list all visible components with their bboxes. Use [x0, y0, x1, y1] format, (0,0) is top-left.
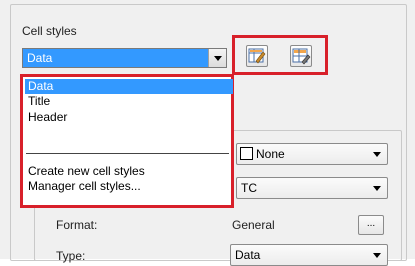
- group-title: Cell styles: [22, 24, 77, 38]
- fill-color-value: None: [256, 147, 285, 161]
- table-style-icon: [292, 48, 311, 65]
- table-style-button[interactable]: [290, 45, 312, 67]
- format-label: Format:: [56, 218, 98, 232]
- color-swatch-icon: [240, 147, 253, 160]
- cell-style-combo-value: Data: [27, 51, 53, 65]
- fill-color-combo[interactable]: None: [236, 143, 388, 165]
- type-combo[interactable]: Data: [230, 244, 388, 266]
- dropdown-item-title[interactable]: Title: [27, 94, 228, 109]
- chevron-down-icon: [373, 253, 381, 258]
- dropdown-separator: [26, 153, 229, 154]
- dropdown-item-header[interactable]: Header: [27, 110, 228, 125]
- cell-style-combo[interactable]: Data: [22, 48, 227, 68]
- chevron-down-icon: [373, 186, 381, 191]
- manager-cell-styles-item[interactable]: Manager cell styles...: [27, 179, 228, 194]
- edit-cell-style-icon: [248, 48, 266, 64]
- cell-styles-panel: Cell styles Data None TC Format: General…: [0, 0, 415, 266]
- type-label: Type:: [56, 249, 86, 263]
- chevron-down-icon: [373, 152, 381, 157]
- cell-style-dropdown-list: Data Title Header Create new cell styles…: [20, 74, 234, 208]
- alignment-combo[interactable]: TC: [236, 177, 388, 199]
- edit-cell-style-button[interactable]: [246, 45, 268, 67]
- type-value: Data: [235, 248, 261, 262]
- create-new-cell-styles-item[interactable]: Create new cell styles: [27, 164, 228, 179]
- format-browse-button[interactable]: ...: [358, 215, 384, 235]
- chevron-down-icon: [213, 55, 222, 61]
- alignment-value: TC: [241, 181, 257, 195]
- dropdown-item-data[interactable]: Data: [25, 79, 233, 94]
- combo-dropdown-button[interactable]: [208, 49, 226, 67]
- format-value: General: [232, 218, 275, 232]
